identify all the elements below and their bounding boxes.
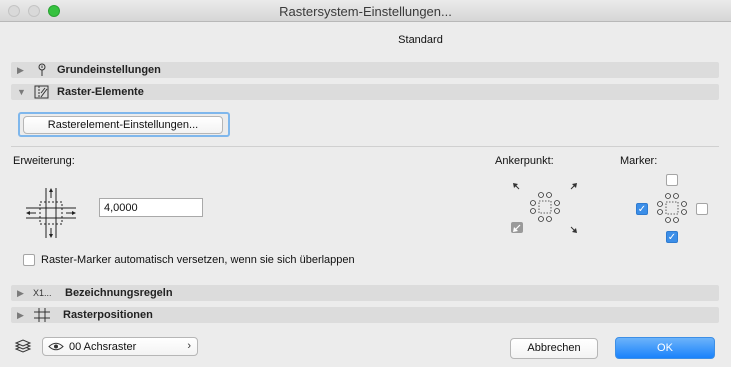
layer-popup-value: 00 Achsraster [69,341,137,353]
section-label: Raster-Elemente [57,86,144,98]
layers-icon [14,339,32,353]
labeling-rule-icon: X1... [33,288,52,298]
marker-label: Marker: [620,155,658,167]
marker-right-checkbox[interactable] [696,203,708,215]
cancel-button[interactable]: Abbrechen [510,338,598,359]
section-grundeinstellungen[interactable]: ▶ Grundeinstellungen [11,62,719,78]
ankerpunkt-label: Ankerpunkt: [495,155,554,167]
chevron-right-icon: › [187,340,191,352]
section-rasterpositionen[interactable]: ▶ Rasterpositionen [11,307,719,323]
marker-bottom-checkbox[interactable]: ✓ [666,231,678,243]
section-label: Grundeinstellungen [57,64,161,76]
marker-left-checkbox[interactable]: ✓ [636,203,648,215]
window-title: Rastersystem-Einstellungen... [279,4,452,19]
auto-offset-label: Raster-Marker automatisch versetzen, wen… [41,254,355,266]
rasterelement-settings-button[interactable]: Rasterelement-Einstellungen... [23,116,223,134]
extension-diagram-icon [26,188,76,238]
auto-offset-checkbox[interactable] [23,254,35,266]
section-label: Rasterpositionen [63,309,153,321]
grid-positions-icon [34,308,50,322]
grid-element-icon [34,85,49,99]
favorite-name: Standard [398,34,443,46]
pin-icon [38,63,46,76]
erweiterung-input[interactable] [99,198,203,217]
divider [11,146,719,147]
title-bar: Rastersystem-Einstellungen... [0,0,731,22]
ok-button[interactable]: OK [615,337,715,359]
marker-diagram-icon [657,193,687,223]
disclosure-collapsed-icon: ▶ [17,65,24,75]
section-bezeichnungsregeln[interactable]: ▶ X1... Bezeichnungsregeln [11,285,719,301]
layer-popup[interactable]: 00 Achsraster › [42,337,198,356]
eye-icon [48,342,64,351]
marker-top-checkbox[interactable] [666,174,678,186]
section-label: Bezeichnungsregeln [65,287,173,299]
section-raster-elemente[interactable]: ▼ Raster-Elemente [11,84,719,100]
disclosure-collapsed-icon: ▶ [17,288,24,298]
disclosure-collapsed-icon: ▶ [17,310,24,320]
erweiterung-label: Erweiterung: [13,155,75,167]
anchor-point-selector[interactable] [510,180,580,236]
svg-text:X1...: X1... [33,288,52,298]
disclosure-expanded-icon: ▼ [17,87,26,97]
